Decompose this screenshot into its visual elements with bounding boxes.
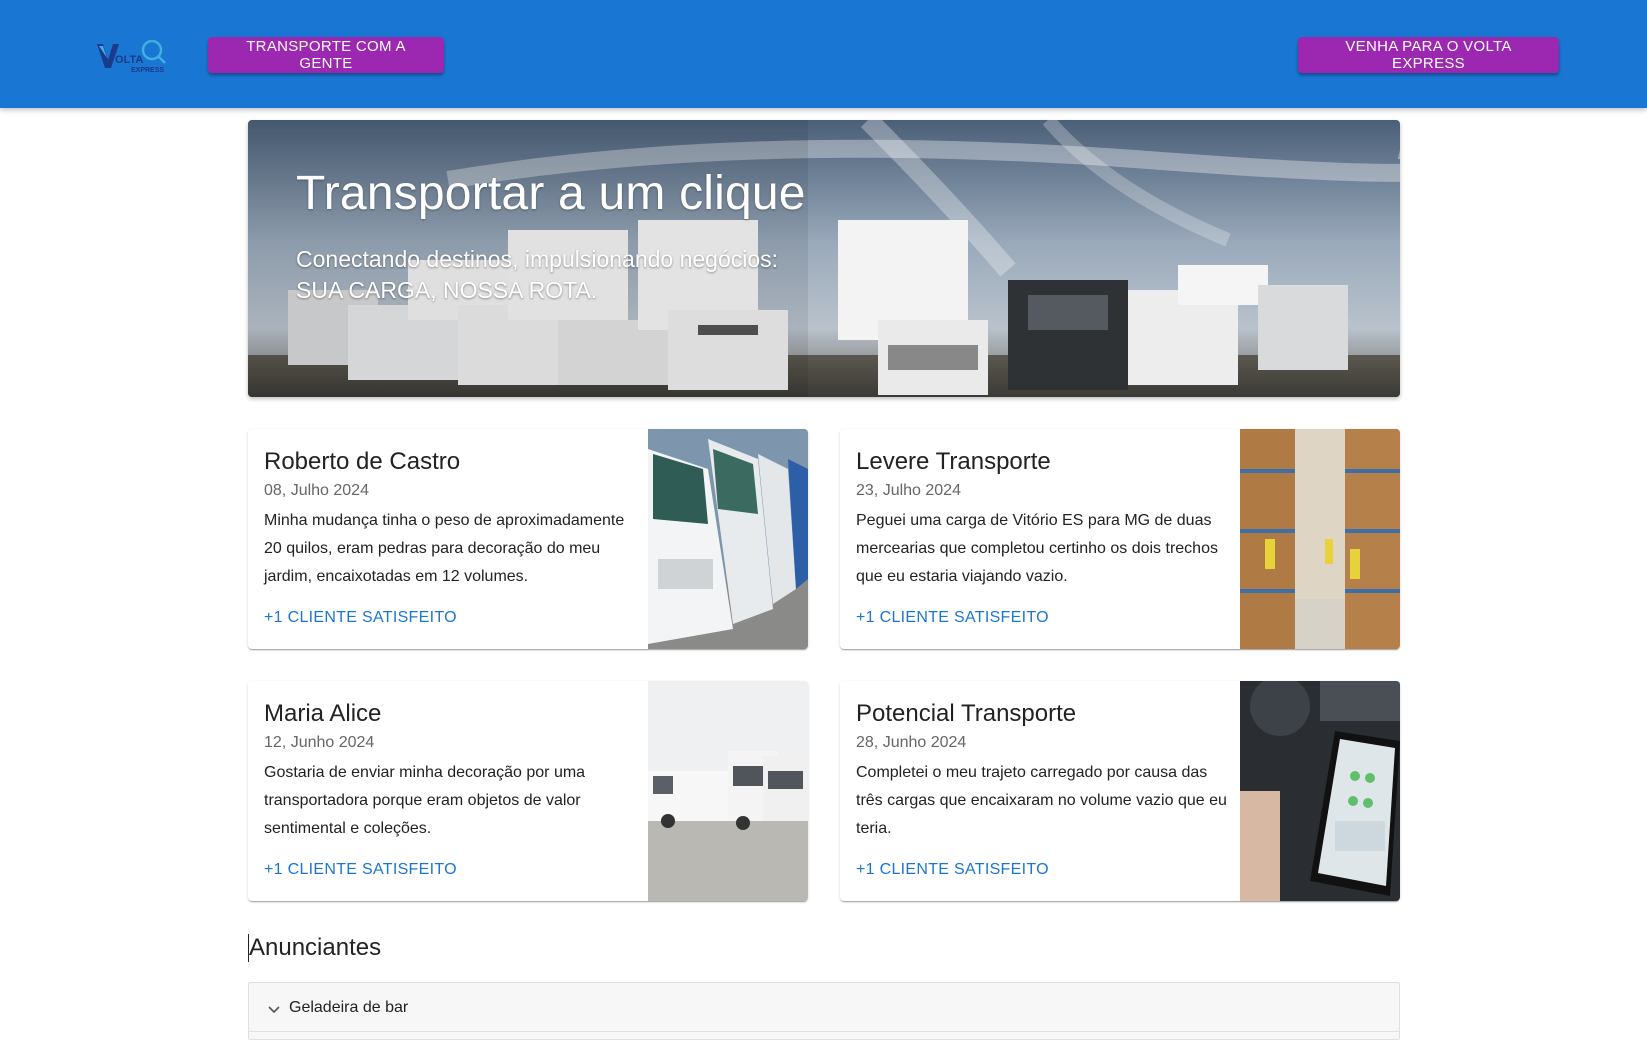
testimonial-card[interactable]: Potencial Transporte 28, Junho 2024 Comp… bbox=[840, 681, 1400, 901]
card-text: Gostaria de enviar minha decoração por u… bbox=[264, 764, 586, 837]
satisfied-client-link[interactable]: +1 CLIENTE SATISFEITO bbox=[856, 609, 1049, 627]
svg-text:OLTA: OLTA bbox=[115, 54, 143, 66]
phone-in-car-photo bbox=[1240, 681, 1400, 901]
transporte-com-a-gente-button[interactable]: TRANSPORTE COM A GENTE bbox=[208, 37, 444, 73]
card-text: Peguei uma carga de Vitório ES para MG d… bbox=[856, 512, 1218, 585]
venha-para-volta-express-button[interactable]: VENHA PARA O VOLTA EXPRESS bbox=[1298, 37, 1559, 73]
chevron-down-icon bbox=[268, 1006, 280, 1014]
volta-express-logo[interactable]: OLTA EXPRESS bbox=[95, 38, 169, 78]
card-text: Minha mudança tinha o peso de aproximada… bbox=[264, 512, 625, 585]
card-date: 23, Julho 2024 bbox=[856, 482, 961, 499]
satisfied-client-link[interactable]: +1 CLIENTE SATISFEITO bbox=[856, 861, 1049, 879]
svg-text:EXPRESS: EXPRESS bbox=[131, 67, 164, 74]
testimonial-card[interactable]: Maria Alice 12, Junho 2024 Gostaria de e… bbox=[248, 681, 808, 901]
testimonial-card[interactable]: Levere Transporte 23, Julho 2024 Peguei … bbox=[840, 429, 1400, 649]
trucks-photo bbox=[648, 429, 808, 649]
card-title: Potencial Transporte bbox=[856, 700, 1077, 727]
satisfied-client-link[interactable]: +1 CLIENTE SATISFEITO bbox=[264, 609, 457, 627]
hero-subtitle-line-1: Conectando destinos, impulsionando negóc… bbox=[296, 246, 779, 272]
advertisers-title: Anunciantes bbox=[248, 934, 382, 962]
accordion-label: Geladeira de bar bbox=[289, 999, 409, 1016]
card-date: 28, Junho 2024 bbox=[856, 734, 967, 751]
card-date: 12, Junho 2024 bbox=[264, 734, 375, 751]
satisfied-client-link[interactable]: +1 CLIENTE SATISFEITO bbox=[264, 861, 457, 879]
card-title: Levere Transporte bbox=[856, 448, 1051, 475]
hero-banner: Transportar a um clique Conectando desti… bbox=[248, 120, 1400, 397]
card-date: 08, Julho 2024 bbox=[264, 482, 369, 499]
hero-subtitle-line-2: SUA CARGA, NOSSA ROTA. bbox=[296, 277, 598, 303]
card-text: Completei o meu trajeto carregado por ca… bbox=[856, 764, 1227, 837]
hero-subtitle: Conectando destinos, impulsionando negóc… bbox=[296, 244, 778, 306]
app-bar: OLTA EXPRESS TRANSPORTE COM A GENTE VENH… bbox=[0, 0, 1647, 108]
divider bbox=[249, 1031, 1399, 1032]
card-title: Roberto de Castro bbox=[264, 448, 461, 475]
warehouse-photo bbox=[1240, 429, 1400, 649]
vans-photo bbox=[648, 681, 808, 901]
testimonial-card[interactable]: Roberto de Castro 08, Julho 2024 Minha m… bbox=[248, 429, 808, 649]
advertiser-accordion-item[interactable]: Geladeira de bar bbox=[248, 982, 1400, 1040]
card-title: Maria Alice bbox=[264, 700, 382, 727]
hero-title: Transportar a um clique bbox=[296, 167, 806, 220]
